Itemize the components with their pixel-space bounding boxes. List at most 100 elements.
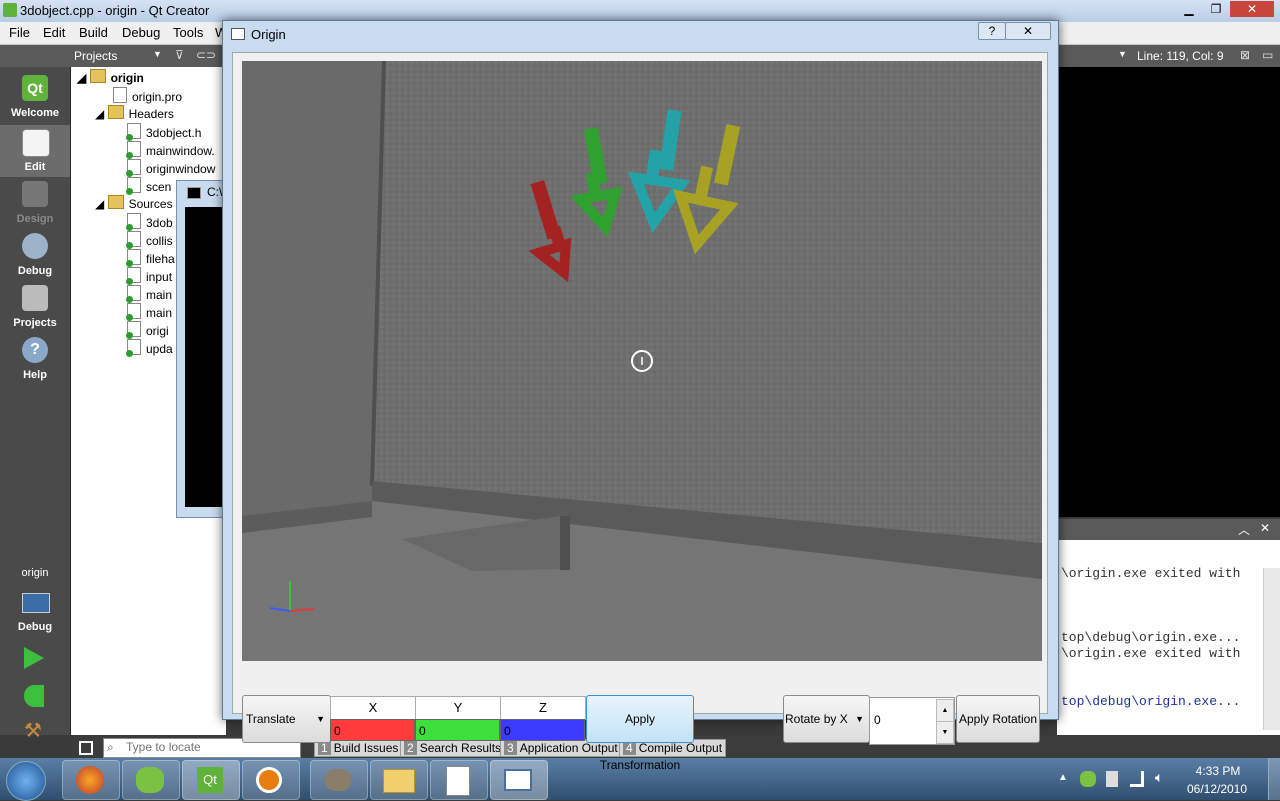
tree-item-source[interactable]: fileha xyxy=(126,249,175,267)
menu-build[interactable]: Build xyxy=(79,25,108,40)
mode-debug[interactable]: Debug xyxy=(0,229,70,281)
tree-folder-sources[interactable]: ◢ Sources xyxy=(95,195,173,213)
gimp-icon xyxy=(325,769,351,791)
mode-edit[interactable]: Edit xyxy=(0,125,70,177)
tree-item-source[interactable]: input xyxy=(126,267,172,285)
clock-date[interactable]: 06/12/2010 xyxy=(1182,782,1252,796)
tree-folder-headers[interactable]: ◢ Headers xyxy=(95,105,174,123)
origin-close-button[interactable]: ✕ xyxy=(1005,22,1051,40)
edit-document-icon xyxy=(22,129,50,157)
close-button[interactable]: ✕ xyxy=(1230,1,1274,17)
tree-item-header[interactable]: mainwindow. xyxy=(126,141,215,159)
pro-file-icon xyxy=(113,87,127,103)
link-icon[interactable]: ⊂⊃ xyxy=(196,48,216,62)
projects-dropdown-icon[interactable]: ▼ xyxy=(153,49,162,59)
origin-client-area: Translate ▼ X Y Z 0 0 0 Apply Transforma… xyxy=(232,52,1048,772)
tree-item-source[interactable]: main xyxy=(126,285,172,303)
taskbar-app[interactable] xyxy=(122,760,180,800)
run-icon[interactable] xyxy=(24,647,44,669)
volume-icon[interactable]: 🔈︎ xyxy=(1155,769,1163,786)
tree-item-header[interactable]: 3dobject.h xyxy=(126,123,201,141)
output-line: top\debug\origin.exe... xyxy=(1061,630,1241,645)
context-help-button[interactable]: ? xyxy=(978,22,1006,40)
taskbar-firefox[interactable] xyxy=(62,760,120,800)
tree-root-origin[interactable]: ◢ origin xyxy=(77,69,144,87)
mode-help[interactable]: ? Help xyxy=(0,333,70,385)
transform-mode-select[interactable]: Translate ▼ xyxy=(242,695,331,743)
rotate-axis-select[interactable]: Rotate by X ▼ xyxy=(783,695,870,743)
tray-device-icon[interactable] xyxy=(1106,771,1118,787)
close-editor-icon[interactable]: ⊠ xyxy=(1240,48,1250,62)
tree-item-source[interactable]: 3dob xyxy=(126,213,173,231)
apply-transformation-button[interactable]: Apply Transformation xyxy=(586,695,694,772)
start-button[interactable] xyxy=(6,761,46,801)
console-title: C:\ xyxy=(207,185,223,199)
tree-item-header[interactable]: originwindow xyxy=(126,159,215,177)
menu-tools[interactable]: Tools xyxy=(173,25,203,40)
x-value-field[interactable]: 0 xyxy=(330,719,415,741)
mode-projects-label: Projects xyxy=(13,317,57,329)
tray-frog-icon[interactable] xyxy=(1080,771,1096,787)
tree-item-source[interactable]: main xyxy=(126,303,172,321)
source-file-icon xyxy=(126,321,141,339)
taskbar-window[interactable] xyxy=(490,760,548,800)
split-editor-icon[interactable]: ▭ xyxy=(1262,48,1273,62)
target-config-label: Debug xyxy=(17,621,53,633)
filter-icon[interactable]: ⊽ xyxy=(175,48,184,62)
menu-file[interactable]: File xyxy=(9,25,30,40)
taskbar-gimp[interactable] xyxy=(310,760,368,800)
qt-app-icon xyxy=(3,3,17,17)
left-wall xyxy=(242,61,384,519)
toggle-sidebar-icon[interactable] xyxy=(79,741,93,755)
taskbar-explorer[interactable] xyxy=(370,760,428,800)
mode-design[interactable]: Design xyxy=(0,177,70,229)
header-file-icon xyxy=(126,123,141,141)
tree-item-pro[interactable]: origin.pro xyxy=(113,87,182,105)
signal-bars-icon[interactable] xyxy=(1130,771,1144,787)
clock-time[interactable]: 4:33 PM xyxy=(1188,764,1248,778)
menu-edit[interactable]: Edit xyxy=(43,25,65,40)
show-desktop-button[interactable] xyxy=(1268,758,1280,800)
spin-up-button[interactable]: ▲ xyxy=(936,699,954,722)
mode-welcome[interactable]: Qt Welcome xyxy=(0,71,70,123)
build-hammer-icon[interactable]: ⚒ xyxy=(24,721,44,741)
origin-window: Origin ? ✕ Translate ▼ X Y Z 0 0 0 Apply… xyxy=(222,20,1059,772)
3d-viewport[interactable] xyxy=(242,61,1042,661)
z-value-field[interactable]: 0 xyxy=(500,719,585,741)
tree-item-source[interactable]: upda xyxy=(126,339,173,357)
maximize-pane-icon[interactable]: ︿ xyxy=(1238,521,1250,538)
tree-item-source[interactable]: origi xyxy=(126,321,169,339)
spin-down-button[interactable]: ▼ xyxy=(936,721,954,744)
frog-app-icon xyxy=(136,767,164,793)
tree-item-header[interactable]: scen xyxy=(126,177,171,195)
taskbar-qtcreator[interactable]: Qt xyxy=(182,760,240,800)
close-pane-icon[interactable]: ✕ xyxy=(1260,521,1270,535)
maximize-button[interactable]: ❐ xyxy=(1203,1,1229,17)
output-line: \origin.exe exited with xyxy=(1061,566,1241,581)
menu-debug[interactable]: Debug xyxy=(122,25,160,40)
help-icon: ? xyxy=(22,337,48,363)
tab-search-results[interactable]: 2 Search Results xyxy=(400,739,506,757)
show-hidden-icons[interactable]: ▲ xyxy=(1058,772,1068,783)
mode-projects[interactable]: Projects xyxy=(0,281,70,333)
projects-selector[interactable]: Projects xyxy=(74,49,117,63)
y-value-field[interactable]: 0 xyxy=(415,719,500,741)
rotation-spinbox[interactable]: 0 ▲ ▼ xyxy=(869,697,955,745)
origin-window-title: Origin xyxy=(251,27,286,42)
tree-item-source[interactable]: collis xyxy=(126,231,173,249)
debug-run-icon[interactable] xyxy=(24,685,44,707)
output-scrollbar[interactable] xyxy=(1263,568,1280,730)
z-axis-header: Z xyxy=(500,696,586,720)
code-editor[interactable] xyxy=(1057,67,1280,517)
minimize-button[interactable]: ▁ xyxy=(1176,1,1202,17)
symbols-dropdown-icon[interactable]: ▼ xyxy=(1118,49,1127,59)
console-window[interactable]: C:\ xyxy=(176,180,228,518)
taskbar-blender[interactable] xyxy=(242,760,300,800)
target-selector[interactable]: Debug xyxy=(0,589,70,633)
apply-rotation-button[interactable]: Apply Rotation xyxy=(956,695,1040,743)
chevron-down-icon: ▼ xyxy=(855,714,864,724)
folder-icon xyxy=(383,769,415,793)
taskbar-notepad[interactable] xyxy=(430,760,488,800)
header-file-icon xyxy=(126,159,141,177)
qt-title-bar: 3dobject.cpp - origin - Qt Creator ▁ ❐ ✕ xyxy=(0,0,1280,22)
